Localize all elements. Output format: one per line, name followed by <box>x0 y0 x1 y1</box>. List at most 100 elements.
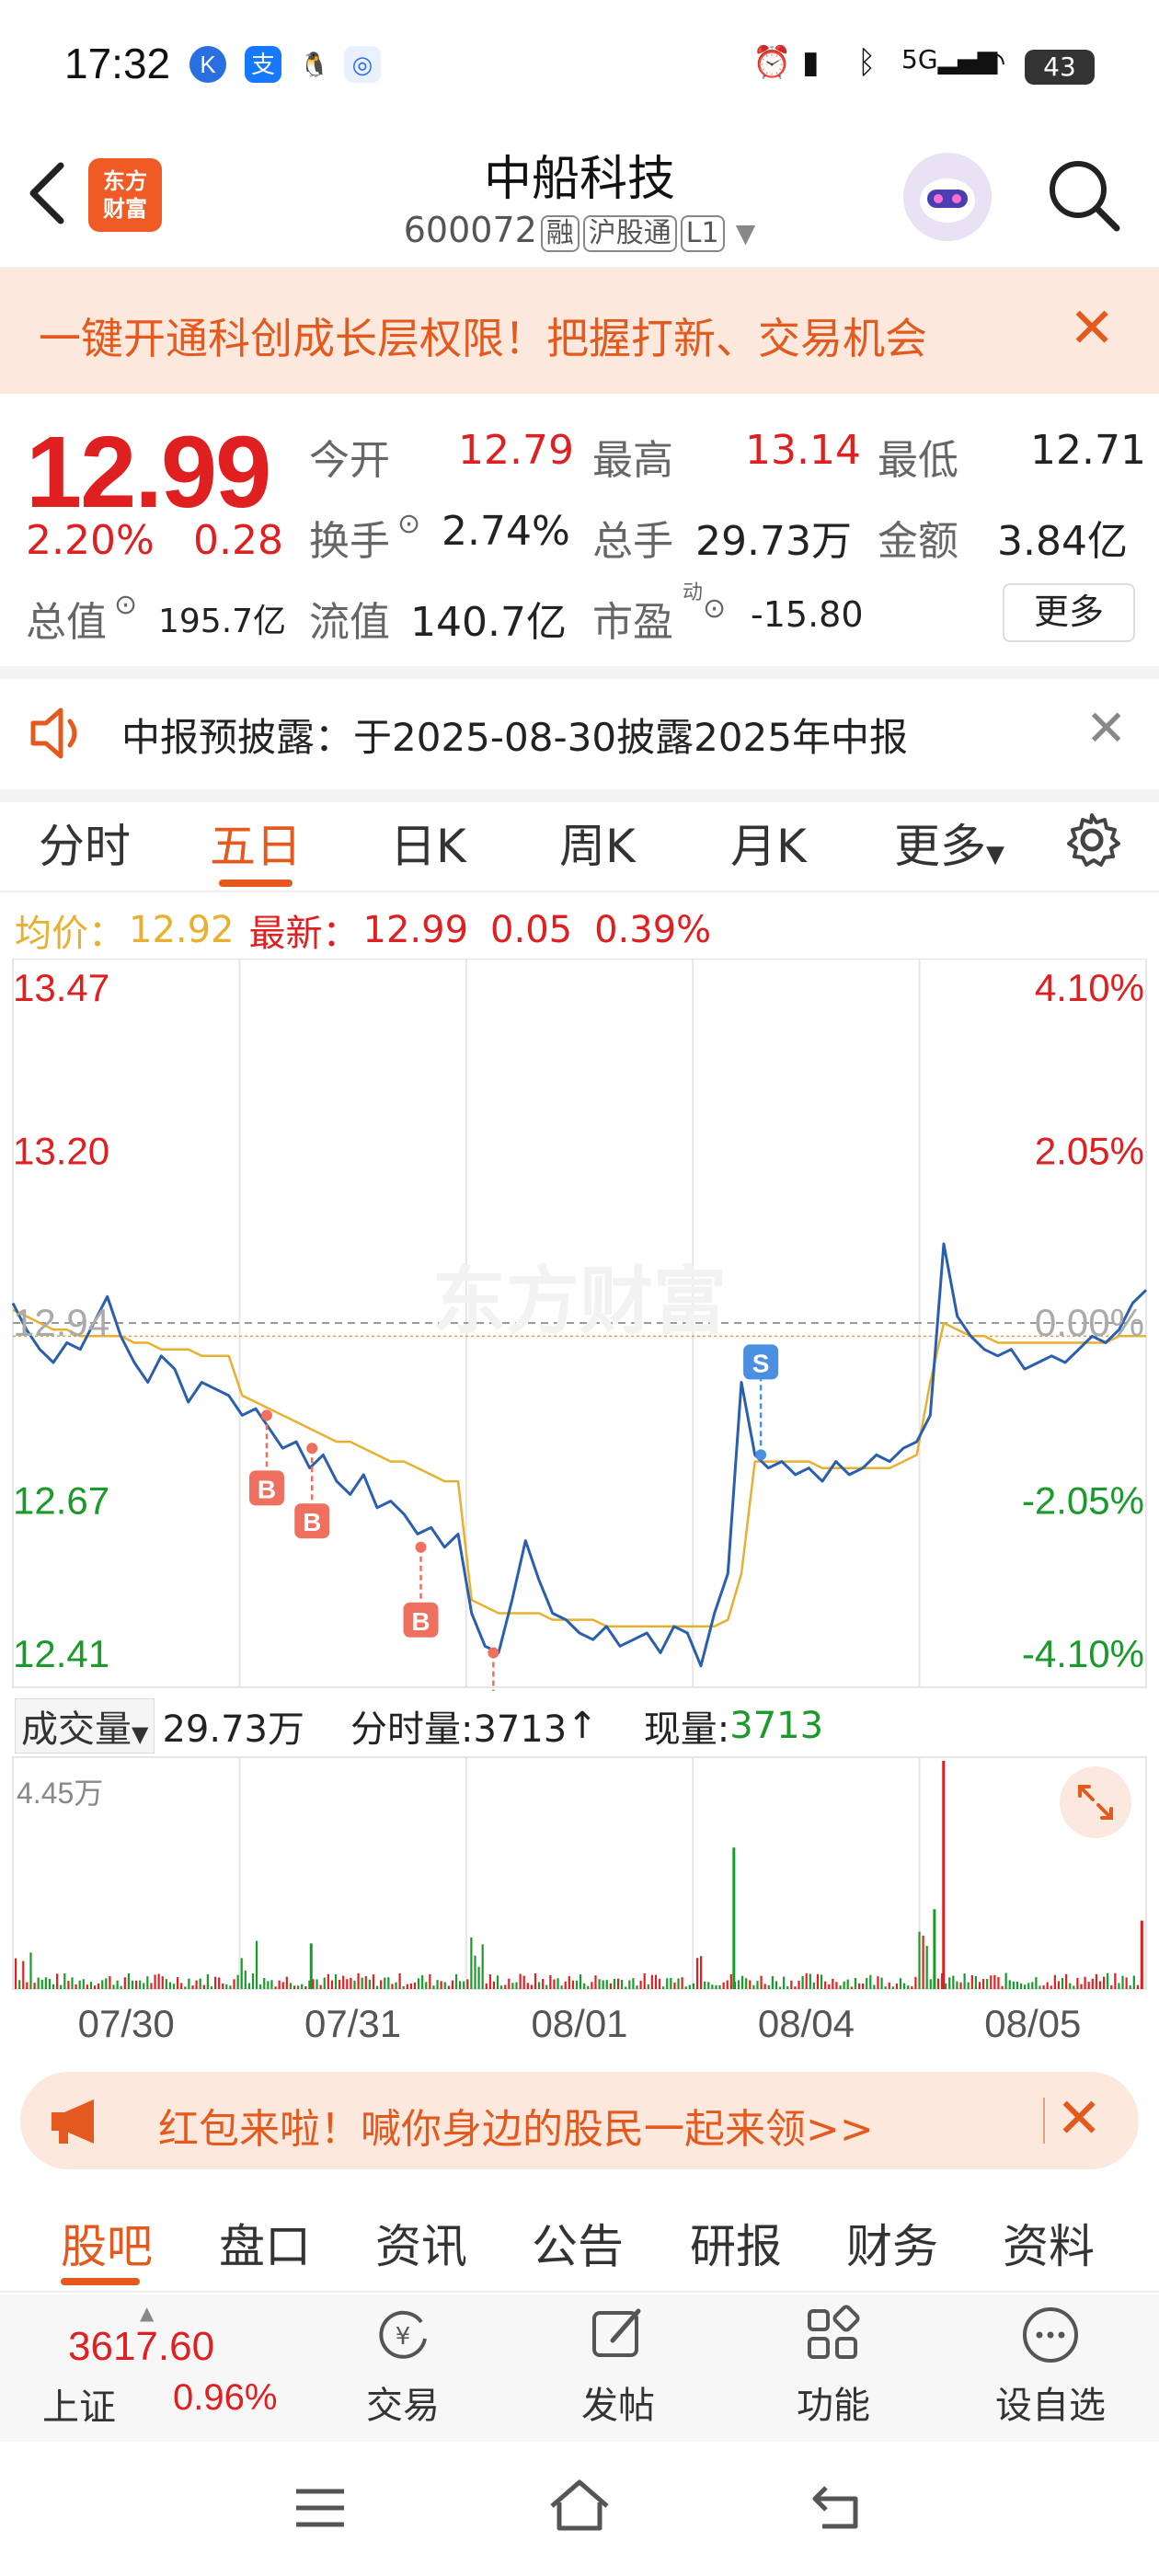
volume-bar <box>1073 1985 1075 1989</box>
volume-bar <box>643 1972 646 1989</box>
tab-news[interactable]: 资讯 <box>375 2210 467 2276</box>
functions-button[interactable]: 功能 <box>760 2302 907 2429</box>
volume-chart-svg[interactable]: 4.45万 07/30 07/31 08/01 08/04 08/05 <box>0 1754 1159 2052</box>
y-label-left: 12.41 <box>13 1632 109 1675</box>
back-nav-icon[interactable] <box>808 2478 866 2534</box>
tab-weekly-k[interactable]: 周K <box>559 810 636 876</box>
search-icon[interactable] <box>1045 156 1122 234</box>
volume-bar <box>71 1977 74 1989</box>
tab-forum[interactable]: 股吧 <box>61 2210 153 2276</box>
robot-avatar-icon[interactable] <box>903 153 992 241</box>
tab-more[interactable]: 更多▼ <box>894 810 1004 876</box>
volume-bar <box>339 1979 341 1989</box>
info-icon[interactable]: ⊙ <box>397 508 420 540</box>
volume-bar <box>267 1981 270 1989</box>
volume-bar <box>945 1984 947 1989</box>
pe-superscript: 动 <box>683 581 704 604</box>
volume-bar <box>722 1982 725 1989</box>
volume-bar <box>384 1977 386 1989</box>
close-icon[interactable]: ✕ <box>1085 699 1127 757</box>
volume-bar <box>670 1977 672 1989</box>
volume-bar <box>105 1978 108 1989</box>
volume-bar <box>677 1978 680 1989</box>
avg-line-group <box>12 1308 1146 1628</box>
chart-watermark: 东方财富 <box>432 1259 727 1344</box>
volume-bar <box>798 1980 800 1989</box>
home-icon[interactable] <box>546 2475 613 2534</box>
volume-bar <box>591 1982 593 1989</box>
volume-chart[interactable]: 4.45万 07/30 07/31 08/01 08/04 08/05 <box>0 1754 1159 2055</box>
volume-bar <box>466 1979 469 1989</box>
add-watchlist-button[interactable]: 设自选 <box>977 2302 1124 2429</box>
promo-banner-top[interactable]: 一键开通科创成长层权限！把握打新、交易机会 ✕ <box>0 269 1159 394</box>
post-button[interactable]: 发帖 <box>545 2302 692 2429</box>
volume-bar <box>568 1976 570 1989</box>
close-icon[interactable]: ✕ <box>1069 296 1115 361</box>
report-notice[interactable]: 中报预披露：于2025-08-30披露2025年中报 ✕ <box>0 666 1159 802</box>
volume-bar <box>899 1978 902 1989</box>
tab-research[interactable]: 研报 <box>690 2210 782 2276</box>
price-chart-svg[interactable]: 东方财富 BBBBS 13.474.10%13.202.05%12.940.00… <box>0 958 1159 1743</box>
volume-bar <box>542 1979 545 1989</box>
volume-bar <box>1046 1982 1049 1989</box>
volume-bar <box>1102 1976 1106 1989</box>
volume-bar <box>587 1985 590 1989</box>
five-day-chart[interactable]: 东方财富 BBBBS 13.474.10%13.202.05%12.940.00… <box>0 958 1159 1743</box>
tab-intraday[interactable]: 分时 <box>39 810 131 876</box>
menu-icon[interactable] <box>291 2482 350 2534</box>
open-value: 12.79 <box>458 427 574 474</box>
promo-banner-bottom[interactable]: 红包来啦！喊你身边的股民一起来领>> ✕ <box>20 2072 1139 2169</box>
info-icon[interactable]: ⊙ <box>114 589 137 621</box>
trade-button[interactable]: ¥ 交易 <box>329 2302 476 2429</box>
volume-bar <box>157 1973 160 1989</box>
volume-bar <box>699 1956 703 1989</box>
volume-bar <box>564 1981 567 1989</box>
volume-bar <box>986 1978 989 1989</box>
tab-orderbook[interactable]: 盘口 <box>219 2210 311 2276</box>
volume-bar <box>463 1981 465 1989</box>
up-arrow-icon: ↑ <box>567 1705 598 1747</box>
volume-bar <box>432 1985 435 1989</box>
volume-bar <box>206 1973 209 1989</box>
volume-bar <box>48 1979 52 1989</box>
system-nav-bar <box>0 2442 1159 2576</box>
volume-bar <box>997 1977 1000 1989</box>
info-icon[interactable]: ⊙ <box>703 592 726 625</box>
low-label: 最低 <box>878 437 958 484</box>
tab-monthly-k[interactable]: 月K <box>730 810 807 876</box>
volume-bar <box>616 1978 620 1989</box>
volume-bar <box>421 1974 424 1989</box>
volume-bar <box>729 1974 732 1989</box>
volume-bar <box>459 1981 462 1989</box>
tab-announcements[interactable]: 公告 <box>532 2210 624 2276</box>
volume-bar <box>180 1983 183 1989</box>
volume-bar <box>778 1986 782 1989</box>
volume-bar <box>967 1982 970 1989</box>
close-icon[interactable]: ✕ <box>1056 2087 1102 2151</box>
volume-bar <box>519 1973 522 1989</box>
gear-icon[interactable] <box>1061 810 1122 870</box>
tab-daily-k[interactable]: 日K <box>390 810 466 876</box>
volume-bar <box>270 1980 273 1989</box>
volume-bar <box>1035 1977 1038 1989</box>
volume-bar <box>684 1986 687 1989</box>
tab-finance[interactable]: 财务 <box>846 2210 938 2276</box>
volume-bar <box>37 1977 40 1989</box>
tab-profile[interactable]: 资料 <box>1003 2210 1095 2276</box>
volume-bar <box>1076 1977 1079 1989</box>
tab-five-day[interactable]: 五日 <box>210 810 302 876</box>
volume-bar <box>850 1986 853 1989</box>
volume-bar <box>146 1976 149 1989</box>
expand-chart-icon[interactable] <box>1060 1766 1131 1838</box>
volume-bar <box>240 1958 243 1989</box>
more-button[interactable]: 更多 <box>1003 583 1135 642</box>
latest-value: 12.99 <box>362 909 469 951</box>
volume-bar <box>741 1975 744 1989</box>
volume-bar <box>1039 1985 1041 1989</box>
wifi-icon: ◠ <box>979 44 1006 81</box>
vibrate-icon: ▮ <box>802 44 820 81</box>
volume-bar <box>692 1983 694 1989</box>
volume-bar <box>907 1985 910 1989</box>
volume-bar <box>625 1986 627 1989</box>
volume-selector[interactable]: 成交量▼ <box>15 1698 155 1754</box>
